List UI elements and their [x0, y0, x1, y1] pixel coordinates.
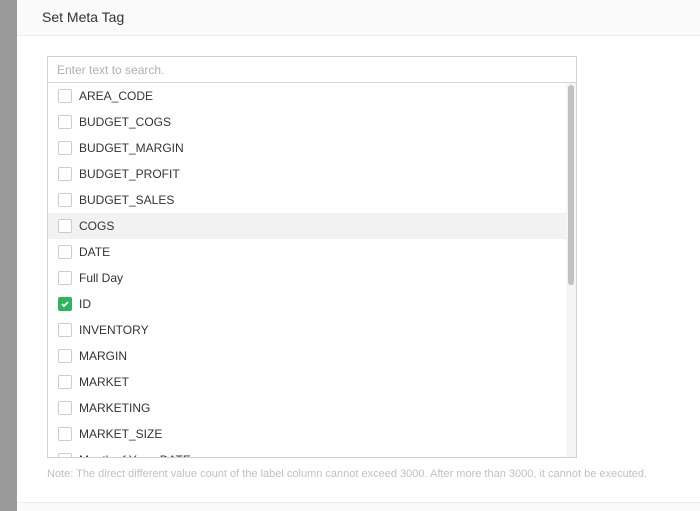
checkbox[interactable] [58, 349, 72, 363]
list-item[interactable]: Month of Year_DATE [48, 447, 568, 457]
list-item[interactable]: MARKET_SIZE [48, 421, 568, 447]
checkbox[interactable] [58, 297, 72, 311]
checkbox[interactable] [58, 219, 72, 233]
checkbox[interactable] [58, 323, 72, 337]
list-item[interactable]: Full Day [48, 265, 568, 291]
list-item-label: ID [79, 297, 91, 311]
list-item[interactable]: AREA_CODE [48, 83, 568, 109]
check-icon [61, 301, 69, 308]
list-item[interactable]: MARKET [48, 369, 568, 395]
checkbox[interactable] [58, 401, 72, 415]
list-item[interactable]: MARGIN [48, 343, 568, 369]
list-item[interactable]: BUDGET_MARGIN [48, 135, 568, 161]
checkbox[interactable] [58, 141, 72, 155]
set-meta-tag-dialog: Set Meta Tag AREA_CODE BUDGET_COGS BUDGET_… [17, 0, 700, 511]
list-item-label: COGS [79, 219, 115, 233]
list-item-label: BUDGET_MARGIN [79, 141, 184, 155]
dialog-title: Set Meta Tag [17, 0, 700, 36]
checkbox[interactable] [58, 427, 72, 441]
list-item-label: Full Day [79, 271, 124, 285]
list-item[interactable]: BUDGET_PROFIT [48, 161, 568, 187]
list-item[interactable]: INVENTORY [48, 317, 568, 343]
checkbox[interactable] [58, 89, 72, 103]
checkbox[interactable] [58, 375, 72, 389]
checkbox[interactable] [58, 245, 72, 259]
list-item-label: MARKETING [79, 401, 151, 415]
checkbox[interactable] [58, 193, 72, 207]
list-item-label: INVENTORY [79, 323, 149, 337]
backdrop [0, 0, 17, 511]
list-item-label: MARKET [79, 375, 130, 389]
list-item[interactable]: BUDGET_COGS [48, 109, 568, 135]
list-item[interactable]: DATE [48, 239, 568, 265]
list-item-label: BUDGET_SALES [79, 193, 175, 207]
list-item[interactable]: ID [48, 291, 568, 317]
note-text: Note: The direct different value count o… [47, 468, 648, 480]
scrollbar-track[interactable] [566, 83, 576, 457]
checkbox[interactable] [58, 115, 72, 129]
checkbox[interactable] [58, 271, 72, 285]
list-item[interactable]: MARKETING [48, 395, 568, 421]
checkbox[interactable] [58, 167, 72, 181]
list-item-label: BUDGET_PROFIT [79, 167, 180, 181]
list-item-label: AREA_CODE [79, 89, 154, 103]
list-item-label: MARKET_SIZE [79, 427, 163, 441]
checkbox[interactable] [58, 453, 72, 457]
dialog-footer [17, 502, 700, 511]
list-item[interactable]: COGS [48, 213, 568, 239]
list-item-label: Month of Year_DATE [79, 453, 191, 457]
list-item-label: MARGIN [79, 349, 127, 363]
list-item-label: BUDGET_COGS [79, 115, 172, 129]
list-item[interactable]: BUDGET_SALES [48, 187, 568, 213]
field-list: AREA_CODE BUDGET_COGS BUDGET_MARGIN BUDGET_… [47, 56, 577, 458]
search-input[interactable] [48, 57, 576, 83]
list-item-label: DATE [79, 245, 111, 259]
scrollbar-thumb[interactable] [568, 85, 574, 285]
